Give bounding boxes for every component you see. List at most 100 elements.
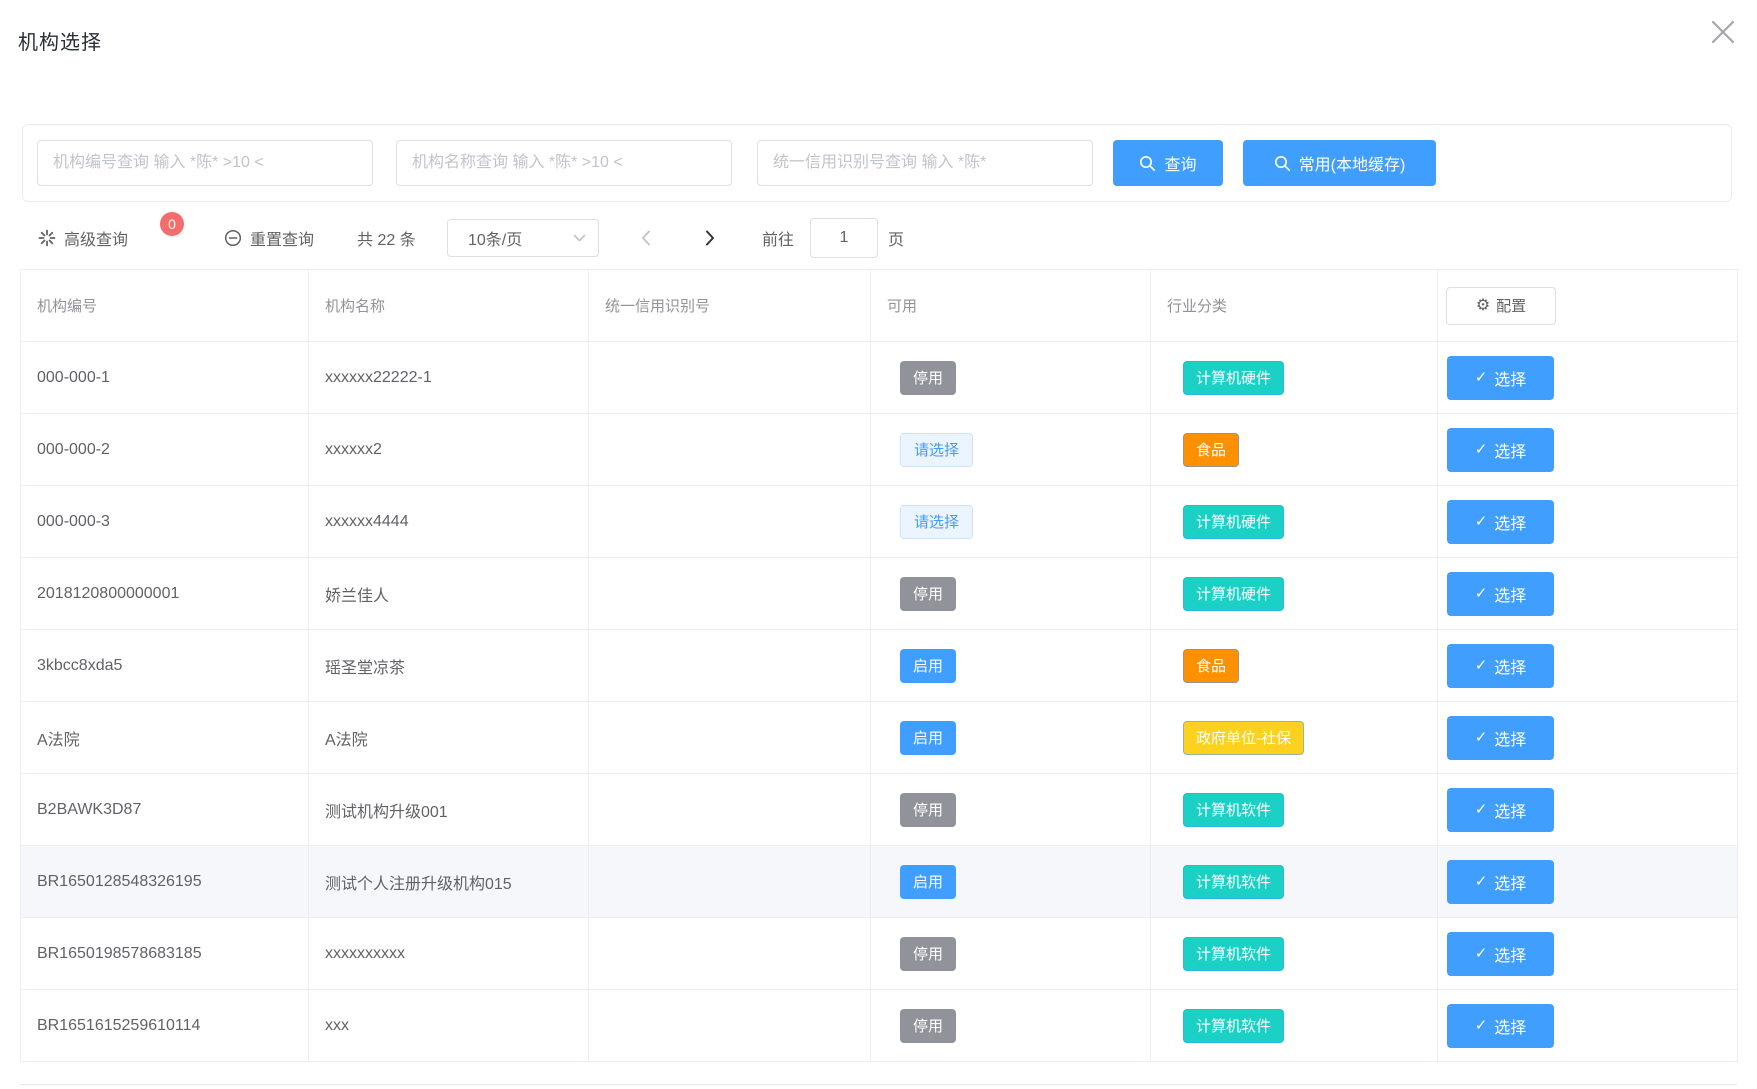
select-button[interactable]: ✓ 选择 (1447, 572, 1554, 616)
next-page-button[interactable] (694, 219, 726, 257)
select-button[interactable]: ✓ 选择 (1447, 860, 1554, 904)
cell-credit-code (589, 486, 871, 558)
cell-org-name: xxxxxx4444 (309, 486, 589, 558)
cell-action: ✓ 选择 (1438, 414, 1738, 486)
cell-industry: 计算机软件 (1151, 774, 1438, 846)
cell-status: 停用 (871, 990, 1151, 1062)
cell-org-code: 3kbcc8xda5 (21, 630, 309, 702)
cell-status: 启用 (871, 630, 1151, 702)
cell-org-code: B2BAWK3D87 (21, 774, 309, 846)
cell-action: ✓ 选择 (1438, 990, 1738, 1062)
cell-org-name: xxxxxx2 (309, 414, 589, 486)
goto-page-input[interactable] (810, 218, 878, 258)
industry-tag: 计算机硬件 (1183, 361, 1284, 395)
industry-tag: 计算机软件 (1183, 793, 1284, 827)
cell-credit-code (589, 918, 871, 990)
cell-status: 请选择 (871, 414, 1151, 486)
reset-query-button[interactable]: 重置查询 (224, 219, 314, 257)
cell-status: 停用 (871, 774, 1151, 846)
cell-credit-code (589, 342, 871, 414)
status-badge: 停用 (900, 361, 956, 395)
select-button[interactable]: ✓ 选择 (1447, 1004, 1554, 1048)
prev-page-button[interactable] (630, 219, 662, 257)
industry-tag: 计算机软件 (1183, 937, 1284, 971)
table-row: B2BAWK3D87 测试机构升级001 停用 计算机软件 ✓ 选择 (21, 774, 1738, 846)
select-button[interactable]: ✓ 选择 (1447, 644, 1554, 688)
industry-tag: 计算机硬件 (1183, 505, 1284, 539)
check-icon: ✓ (1475, 442, 1488, 457)
goto-page-label: 前往 (762, 219, 794, 257)
select-button[interactable]: ✓ 选择 (1447, 356, 1554, 400)
cell-industry: 计算机硬件 (1151, 486, 1438, 558)
cell-org-name: xxxxxx22222-1 (309, 342, 589, 414)
cell-status: 启用 (871, 846, 1151, 918)
check-icon: ✓ (1475, 658, 1488, 673)
select-button[interactable]: ✓ 选择 (1447, 788, 1554, 832)
column-header-credit-code: 统一信用识别号 (589, 270, 871, 342)
chevron-right-icon (704, 229, 716, 247)
cell-org-name: xxx (309, 990, 589, 1062)
status-badge: 启用 (900, 649, 956, 683)
search-icon (1274, 155, 1291, 172)
close-icon (1705, 14, 1741, 50)
cell-org-name: xxxxxxxxxx (309, 918, 589, 990)
credit-code-input[interactable] (757, 140, 1093, 186)
status-badge: 停用 (900, 577, 956, 611)
org-code-input[interactable] (37, 140, 373, 186)
select-button[interactable]: ✓ 选择 (1447, 428, 1554, 472)
check-icon: ✓ (1475, 1018, 1488, 1033)
check-icon: ✓ (1475, 586, 1488, 601)
cell-credit-code (589, 774, 871, 846)
check-icon: ✓ (1475, 874, 1488, 889)
cell-credit-code (589, 702, 871, 774)
table-row: 3kbcc8xda5 瑶圣堂凉茶 启用 食品 ✓ 选择 (21, 630, 1738, 702)
column-header-industry: 行业分类 (1151, 270, 1438, 342)
common-cache-button[interactable]: 常用(本地缓存) (1243, 140, 1436, 186)
status-badge[interactable]: 请选择 (900, 505, 973, 539)
org-name-input[interactable] (396, 140, 732, 186)
column-header-status: 可用 (871, 270, 1151, 342)
close-button[interactable] (1699, 8, 1747, 56)
cell-org-code: 2018120800000001 (21, 558, 309, 630)
table-row: 000-000-1 xxxxxx22222-1 停用 计算机硬件 ✓ 选择 (21, 342, 1738, 414)
table-row: BR1651615259610114 xxx 停用 计算机软件 ✓ 选择 (21, 990, 1738, 1062)
select-button[interactable]: ✓ 选择 (1447, 932, 1554, 976)
check-icon: ✓ (1475, 730, 1488, 745)
page-size-value: 10条/页 (468, 226, 522, 250)
page-size-select[interactable]: 10条/页 (447, 219, 599, 257)
advanced-query-badge: 0 (160, 212, 184, 236)
industry-tag: 食品 (1183, 649, 1239, 683)
page-unit-label: 页 (888, 219, 904, 257)
chevron-down-icon (573, 234, 586, 243)
advanced-query-label: 高级查询 (64, 226, 128, 250)
search-button[interactable]: 查询 (1113, 140, 1223, 186)
cell-industry: 食品 (1151, 630, 1438, 702)
table-row: 000-000-3 xxxxxx4444 请选择 计算机硬件 ✓ 选择 (21, 486, 1738, 558)
advanced-query-button[interactable]: 高级查询 (38, 219, 128, 257)
industry-tag: 计算机软件 (1183, 1009, 1284, 1043)
gear-icon: ⚙ (1476, 298, 1490, 314)
cell-action: ✓ 选择 (1438, 558, 1738, 630)
select-button[interactable]: ✓ 选择 (1447, 716, 1554, 760)
sparkle-icon (38, 229, 56, 247)
chevron-left-icon (640, 229, 652, 247)
industry-tag: 计算机硬件 (1183, 577, 1284, 611)
cell-org-code: BR1651615259610114 (21, 990, 309, 1062)
config-button[interactable]: ⚙ 配置 (1446, 287, 1556, 325)
footer-divider (20, 1084, 1737, 1085)
status-badge[interactable]: 请选择 (900, 433, 973, 467)
cell-industry: 计算机软件 (1151, 918, 1438, 990)
check-icon: ✓ (1475, 946, 1488, 961)
table-row: BR1650198578683185 xxxxxxxxxx 停用 计算机软件 ✓… (21, 918, 1738, 990)
column-header-action: ⚙ 配置 (1438, 270, 1738, 342)
cell-status: 请选择 (871, 486, 1151, 558)
search-icon (1139, 155, 1156, 172)
cell-industry: 计算机软件 (1151, 990, 1438, 1062)
check-icon: ✓ (1475, 802, 1488, 817)
cell-credit-code (589, 846, 871, 918)
cell-action: ✓ 选择 (1438, 774, 1738, 846)
select-button[interactable]: ✓ 选择 (1447, 500, 1554, 544)
status-badge: 停用 (900, 937, 956, 971)
table-header-row: 机构编号 机构名称 统一信用识别号 可用 行业分类 ⚙ 配置 (21, 270, 1738, 342)
cell-org-name: 娇兰佳人 (309, 558, 589, 630)
